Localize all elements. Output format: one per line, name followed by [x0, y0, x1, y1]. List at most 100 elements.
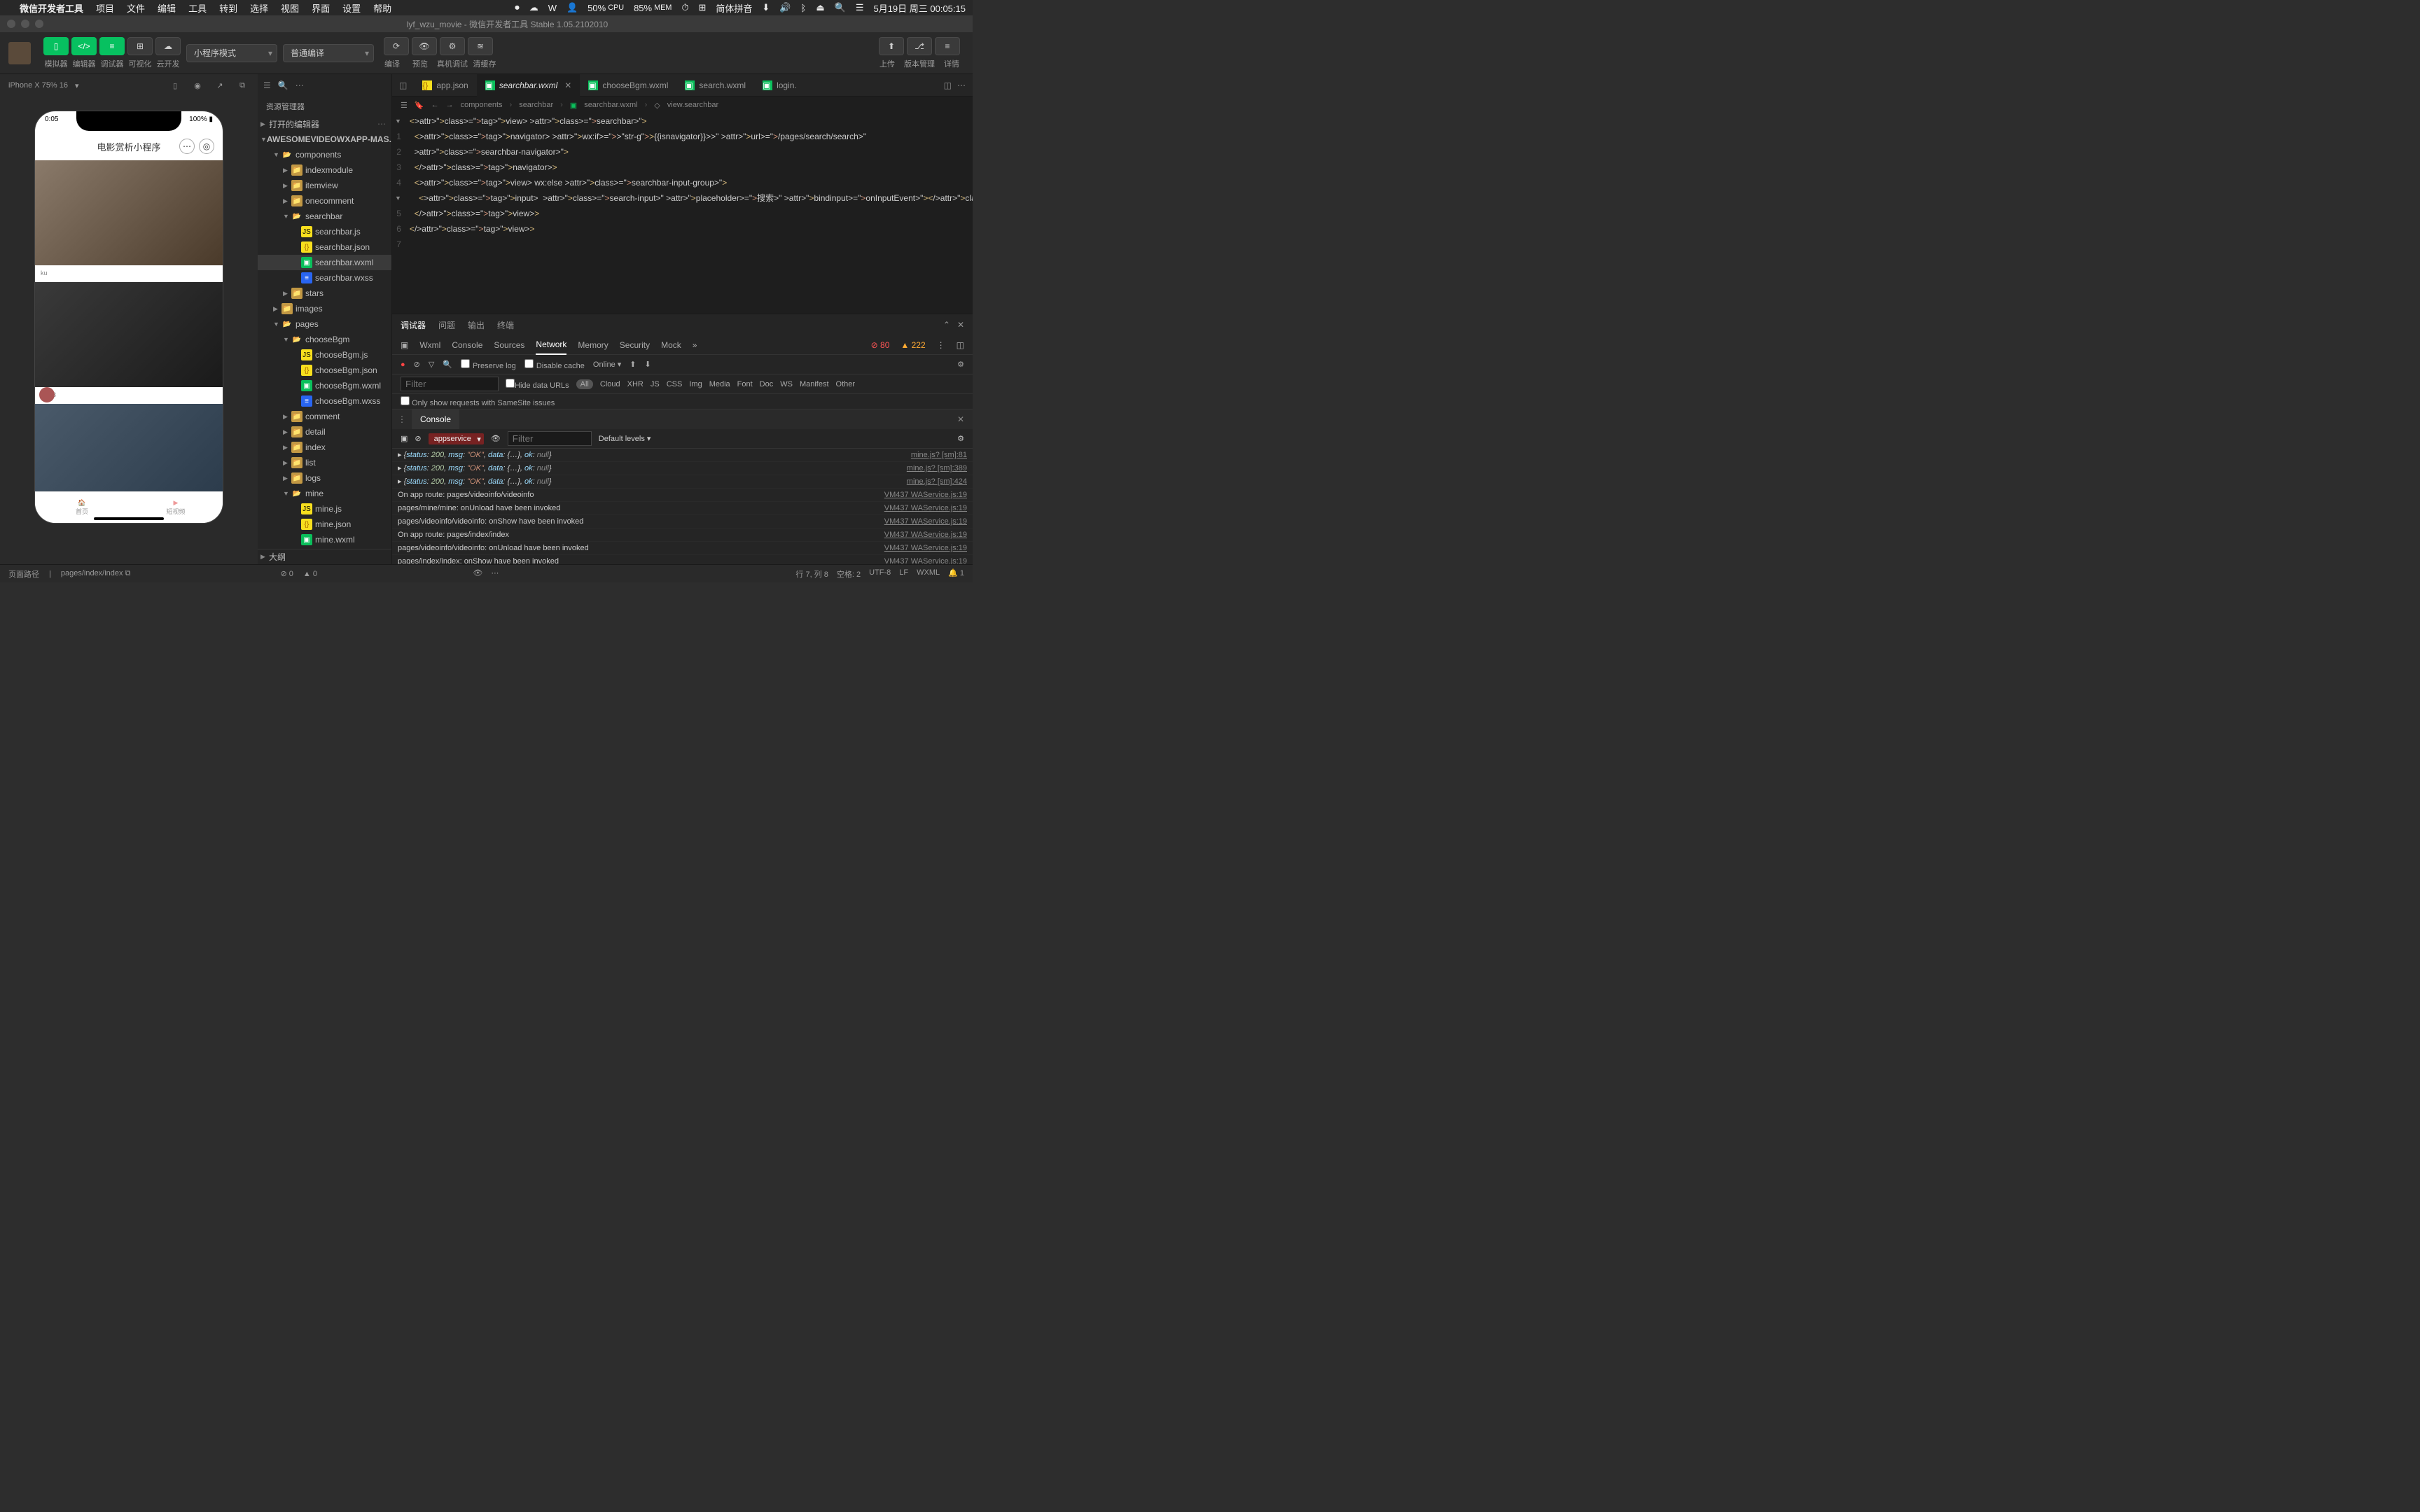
record-icon[interactable]: ● [401, 360, 405, 369]
debugger-button[interactable]: ≡ [99, 37, 125, 55]
device-select[interactable]: iPhone X 75% 16 [8, 81, 68, 90]
log-line[interactable]: pages/videoinfo/videoinfo: onUnload have… [392, 542, 973, 555]
app-name[interactable]: 微信开发者工具 [20, 1, 83, 15]
video-card[interactable] [35, 160, 223, 265]
capsule-close[interactable]: ◎ [199, 139, 214, 154]
grid-icon[interactable]: ⊞ [699, 2, 707, 13]
drawer-more-icon[interactable]: ⋮ [392, 414, 412, 424]
tree-item[interactable]: ▼📂searchbar [258, 209, 391, 224]
editor-tab[interactable]: ▣search.wxml [676, 74, 754, 97]
inspect-icon[interactable]: ▣ [401, 340, 408, 350]
bc-sidebar-icon[interactable]: ☰ [401, 101, 408, 110]
tree-item[interactable]: ▣searchbar.wxml [258, 255, 391, 270]
bc-fwd-icon[interactable]: → [446, 101, 454, 109]
tree-item[interactable]: ▶📁onecomment [258, 193, 391, 209]
tree-item[interactable]: ≡chooseBgm.wxss [258, 393, 391, 409]
menu-file[interactable]: 文件 [127, 1, 145, 15]
tree-item[interactable]: ▶📁stars [258, 286, 391, 301]
tab-memory[interactable]: Memory [578, 340, 608, 350]
clear-icon[interactable]: ⊘ [414, 360, 420, 369]
console-settings-icon[interactable]: ⚙ [957, 434, 964, 443]
cloud-dev-button[interactable]: ☁ [155, 37, 181, 55]
more-icon[interactable]: ⋯ [491, 568, 499, 580]
compile-button[interactable]: ⟳ [384, 37, 409, 55]
preview-button[interactable]: 👁 [412, 37, 437, 55]
sim-copy-icon[interactable]: ⧉ [235, 81, 249, 90]
type-manifest[interactable]: Manifest [800, 380, 829, 388]
tab-network[interactable]: Network [536, 335, 566, 355]
tree-item[interactable]: ▶📁index [258, 440, 391, 455]
log-line[interactable]: pages/index/index: onShow have been invo… [392, 555, 973, 564]
type-media[interactable]: Media [709, 380, 730, 388]
explorer-menu-icon[interactable]: ☰ [263, 80, 271, 90]
levels-select[interactable]: Default levels ▾ [599, 434, 651, 443]
tree-item[interactable]: JSsearchbar.js [258, 224, 391, 239]
tab-console[interactable]: Console [452, 340, 482, 350]
tab-wxml[interactable]: Wxml [419, 340, 440, 350]
volume-icon[interactable]: 🔊 [779, 2, 791, 13]
tree-item[interactable]: {}chooseBgm.json [258, 363, 391, 378]
datetime[interactable]: 5月19日 周三 00:05:15 [873, 1, 966, 15]
tree-item[interactable]: ▶📁comment [258, 409, 391, 424]
dt-collapse-icon[interactable]: ⌃ [943, 320, 950, 330]
settings-icon[interactable]: ⚙ [957, 360, 964, 369]
tree-item[interactable]: ▣mine.wxml [258, 532, 391, 547]
eject-icon[interactable]: ⏏ [816, 2, 824, 13]
throttling-select[interactable]: Online ▾ [593, 360, 621, 369]
notif-icon[interactable]: 👤 [566, 2, 578, 13]
console-log-output[interactable]: ▸ {status: 200, msg: "OK", data: {…}, ok… [392, 449, 973, 564]
type-xhr[interactable]: XHR [627, 380, 644, 388]
language[interactable]: WXML [917, 568, 940, 580]
type-css[interactable]: CSS [667, 380, 683, 388]
tree-item[interactable]: ▶📁images [258, 301, 391, 316]
page-path[interactable]: pages/index/index ⧉ [61, 569, 131, 578]
wps-icon[interactable]: W [548, 3, 557, 13]
compile-select[interactable]: 普通编译 [283, 44, 374, 62]
log-line[interactable]: On app route: pages/index/indexVM437 WAS… [392, 528, 973, 542]
context-select[interactable]: appservice [429, 433, 484, 444]
menu-view[interactable]: 视图 [281, 1, 299, 15]
tree-item[interactable]: ▣chooseBgm.wxml [258, 378, 391, 393]
explorer-search-icon[interactable]: 🔍 [278, 80, 288, 90]
dt-close-icon[interactable]: ✕ [957, 320, 964, 330]
bluetooth-icon[interactable]: ᛒ [801, 3, 807, 13]
detail-button[interactable]: ≡ [935, 37, 960, 55]
tree-item[interactable]: ▶📁indexmodule [258, 162, 391, 178]
search-icon[interactable]: 🔍 [443, 360, 452, 369]
sim-device-icon[interactable]: ▯ [168, 81, 182, 90]
explorer-more-icon[interactable]: ⋯ [295, 80, 304, 90]
tab-terminal[interactable]: 终端 [497, 319, 514, 331]
network-filter-input[interactable] [401, 377, 499, 391]
log-line[interactable]: On app route: pages/videoinfo/videoinfoV… [392, 489, 973, 502]
console-tab[interactable]: Console [412, 410, 459, 429]
warnings-count[interactable]: ▲ 0 [303, 570, 317, 578]
console-filter-input[interactable] [508, 431, 592, 446]
menu-select[interactable]: 选择 [250, 1, 268, 15]
tab-output[interactable]: 输出 [468, 319, 485, 331]
tab-debugger[interactable]: 调试器 [401, 319, 426, 331]
console-sidebar-icon[interactable]: ▣ [401, 434, 408, 443]
tree-item[interactable]: {}searchbar.json [258, 239, 391, 255]
open-editors-section[interactable]: ▶打开的编辑器 ⋯ [258, 116, 391, 132]
menu-project[interactable]: 项目 [96, 1, 114, 15]
simulator-button[interactable]: ▯ [43, 37, 69, 55]
upload-button[interactable]: ⬆ [879, 37, 904, 55]
tab-split-icon[interactable]: ◫ [944, 80, 952, 90]
type-font[interactable]: Font [737, 380, 753, 388]
phone-simulator[interactable]: 0:05 100% ▮ 电影赏析小程序 ⋯ ◎ ku hi123 [34, 111, 223, 524]
project-root[interactable]: ▼AWESOMEVIDEOWXAPP-MAS... [258, 132, 391, 147]
preserve-log[interactable]: Preserve log [461, 359, 516, 370]
type-other[interactable]: Other [836, 380, 856, 388]
encoding[interactable]: UTF-8 [869, 568, 891, 580]
disable-cache[interactable]: Disable cache [524, 359, 585, 370]
tab-more-icon[interactable]: ⋯ [957, 80, 966, 90]
tab-more-icon[interactable]: » [693, 340, 697, 350]
tree-item[interactable]: ▶📁itemview [258, 178, 391, 193]
menu-settings[interactable]: 设置 [342, 1, 361, 15]
editor-tab[interactable]: {}app.json [414, 74, 476, 97]
capsule-more[interactable]: ⋯ [179, 139, 195, 154]
log-line[interactable]: pages/mine/mine: onUnload have been invo… [392, 502, 973, 515]
log-line[interactable]: ▸ {status: 200, msg: "OK", data: {…}, ok… [392, 475, 973, 489]
editor-button[interactable]: </> [71, 37, 97, 55]
type-all[interactable]: All [576, 379, 593, 389]
